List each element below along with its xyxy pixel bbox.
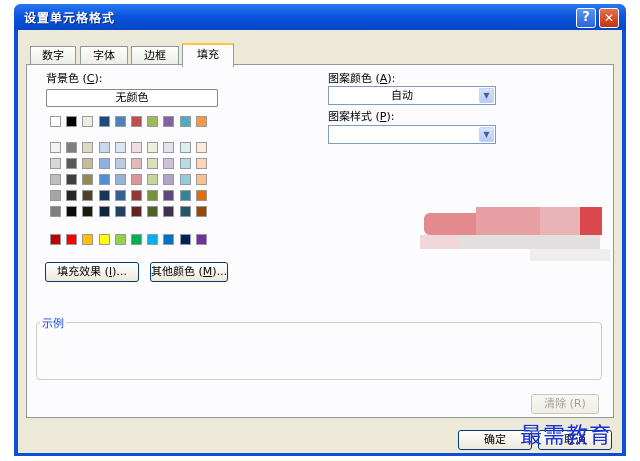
pattern-style-label: 图案样式 (P):: [328, 110, 395, 123]
color-swatch-theme2-5[interactable]: [131, 174, 142, 185]
color-swatch-theme1-1[interactable]: [66, 158, 78, 169]
color-swatch-top-1[interactable]: [66, 116, 78, 127]
question-icon: ?: [582, 10, 590, 25]
color-swatch-standard-1[interactable]: [66, 234, 78, 245]
color-swatch-theme0-5[interactable]: [131, 142, 142, 153]
color-swatch-theme0-7[interactable]: [163, 142, 175, 153]
color-swatch-theme3-9[interactable]: [195, 190, 207, 201]
color-swatch-theme3-6[interactable]: [147, 190, 159, 201]
pattern-color-value: 自动: [391, 89, 413, 102]
color-swatch-theme1-3[interactable]: [98, 158, 110, 169]
color-swatch-standard-8[interactable]: [179, 234, 191, 245]
color-swatch-theme1-5[interactable]: [131, 158, 142, 169]
color-swatch-top-0[interactable]: [50, 116, 61, 127]
close-button[interactable]: ✕: [599, 8, 619, 28]
color-swatch-theme0-9[interactable]: [195, 142, 207, 153]
color-swatch-standard-5[interactable]: [131, 234, 142, 245]
color-swatch-standard-6[interactable]: [147, 234, 159, 245]
color-swatch-theme4-6[interactable]: [147, 206, 159, 217]
color-swatch-top-5[interactable]: [131, 116, 142, 127]
color-swatch-theme4-0[interactable]: [50, 206, 61, 217]
color-swatch-theme0-8[interactable]: [179, 142, 191, 153]
pattern-color-select[interactable]: 自动 ▼: [328, 86, 496, 105]
tab-border[interactable]: 边框: [131, 46, 179, 65]
color-swatch-theme2-7[interactable]: [163, 174, 175, 185]
color-swatch-theme2-8[interactable]: [179, 174, 191, 185]
color-swatch-theme1-2[interactable]: [82, 158, 94, 169]
help-button[interactable]: ?: [576, 8, 596, 28]
color-swatch-theme3-1[interactable]: [66, 190, 78, 201]
tab-fill[interactable]: 填充: [182, 43, 234, 67]
color-swatch-theme2-2[interactable]: [82, 174, 94, 185]
no-color-button[interactable]: 无颜色: [46, 89, 218, 107]
color-swatch-theme3-0[interactable]: [50, 190, 61, 201]
color-swatch-theme4-8[interactable]: [179, 206, 191, 217]
tab-font[interactable]: 字体: [80, 46, 128, 65]
color-swatch-theme4-5[interactable]: [131, 206, 142, 217]
color-swatch-theme1-0[interactable]: [50, 158, 61, 169]
watermark-logo: 最需教育: [520, 424, 613, 449]
chevron-down-icon[interactable]: ▼: [479, 127, 494, 142]
color-swatch-theme0-6[interactable]: [147, 142, 159, 153]
chevron-down-icon[interactable]: ▼: [479, 88, 494, 103]
color-swatch-top-8[interactable]: [179, 116, 191, 127]
more-colors-button[interactable]: 其他颜色 (M)...: [150, 262, 228, 282]
color-swatch-theme2-4[interactable]: [114, 174, 126, 185]
color-swatch-theme1-4[interactable]: [114, 158, 126, 169]
color-swatch-theme2-0[interactable]: [50, 174, 61, 185]
pattern-style-select[interactable]: ▼: [328, 125, 496, 144]
color-swatch-standard-4[interactable]: [114, 234, 126, 245]
sample-label: 示例: [40, 315, 66, 331]
background-color-label: 背景色 (C):: [46, 72, 103, 85]
color-swatch-top-7[interactable]: [163, 116, 175, 127]
color-swatch-theme3-3[interactable]: [98, 190, 110, 201]
color-swatch-theme1-7[interactable]: [163, 158, 175, 169]
color-swatch-theme4-7[interactable]: [163, 206, 175, 217]
color-swatch-theme3-7[interactable]: [163, 190, 175, 201]
color-swatch-theme4-2[interactable]: [82, 206, 94, 217]
color-swatch-theme2-6[interactable]: [147, 174, 159, 185]
color-swatch-theme0-2[interactable]: [82, 142, 94, 153]
sample-preview: [36, 322, 602, 380]
pattern-color-label: 图案颜色 (A):: [328, 72, 396, 85]
color-swatch-theme4-4[interactable]: [114, 206, 126, 217]
color-swatch-top-9[interactable]: [195, 116, 207, 127]
color-swatch-top-6[interactable]: [147, 116, 159, 127]
color-swatch-theme1-6[interactable]: [147, 158, 159, 169]
color-swatch-theme2-9[interactable]: [195, 174, 207, 185]
color-swatch-standard-2[interactable]: [82, 234, 94, 245]
color-swatch-theme4-3[interactable]: [98, 206, 110, 217]
color-swatch-standard-3[interactable]: [98, 234, 110, 245]
color-swatch-theme0-3[interactable]: [98, 142, 110, 153]
color-swatch-theme0-0[interactable]: [50, 142, 61, 153]
fill-effects-button[interactable]: 填充效果 (I)...: [45, 262, 139, 282]
color-swatch-theme2-1[interactable]: [66, 174, 78, 185]
color-swatch-theme0-4[interactable]: [114, 142, 126, 153]
color-swatch-theme4-1[interactable]: [66, 206, 78, 217]
color-swatch-theme3-8[interactable]: [179, 190, 191, 201]
color-swatch-theme1-8[interactable]: [179, 158, 191, 169]
color-swatch-theme3-5[interactable]: [131, 190, 142, 201]
color-swatch-theme2-3[interactable]: [98, 174, 110, 185]
color-swatch-theme4-9[interactable]: [195, 206, 207, 217]
color-swatch-standard-7[interactable]: [163, 234, 175, 245]
tab-number[interactable]: 数字: [30, 46, 76, 65]
color-swatch-theme1-9[interactable]: [195, 158, 207, 169]
color-swatch-top-4[interactable]: [114, 116, 126, 127]
color-swatch-top-3[interactable]: [98, 116, 110, 127]
color-swatch-theme3-2[interactable]: [82, 190, 94, 201]
clear-button[interactable]: 清除 (R): [531, 394, 599, 414]
close-icon: ✕: [603, 11, 615, 25]
dialog-title: 设置单元格格式: [24, 11, 116, 25]
color-swatch-top-2[interactable]: [82, 116, 94, 127]
color-swatch-standard-0[interactable]: [50, 234, 61, 245]
color-swatch-theme0-1[interactable]: [66, 142, 78, 153]
color-swatch-theme3-4[interactable]: [114, 190, 126, 201]
color-swatch-standard-9[interactable]: [195, 234, 207, 245]
blurred-region: [420, 207, 610, 261]
